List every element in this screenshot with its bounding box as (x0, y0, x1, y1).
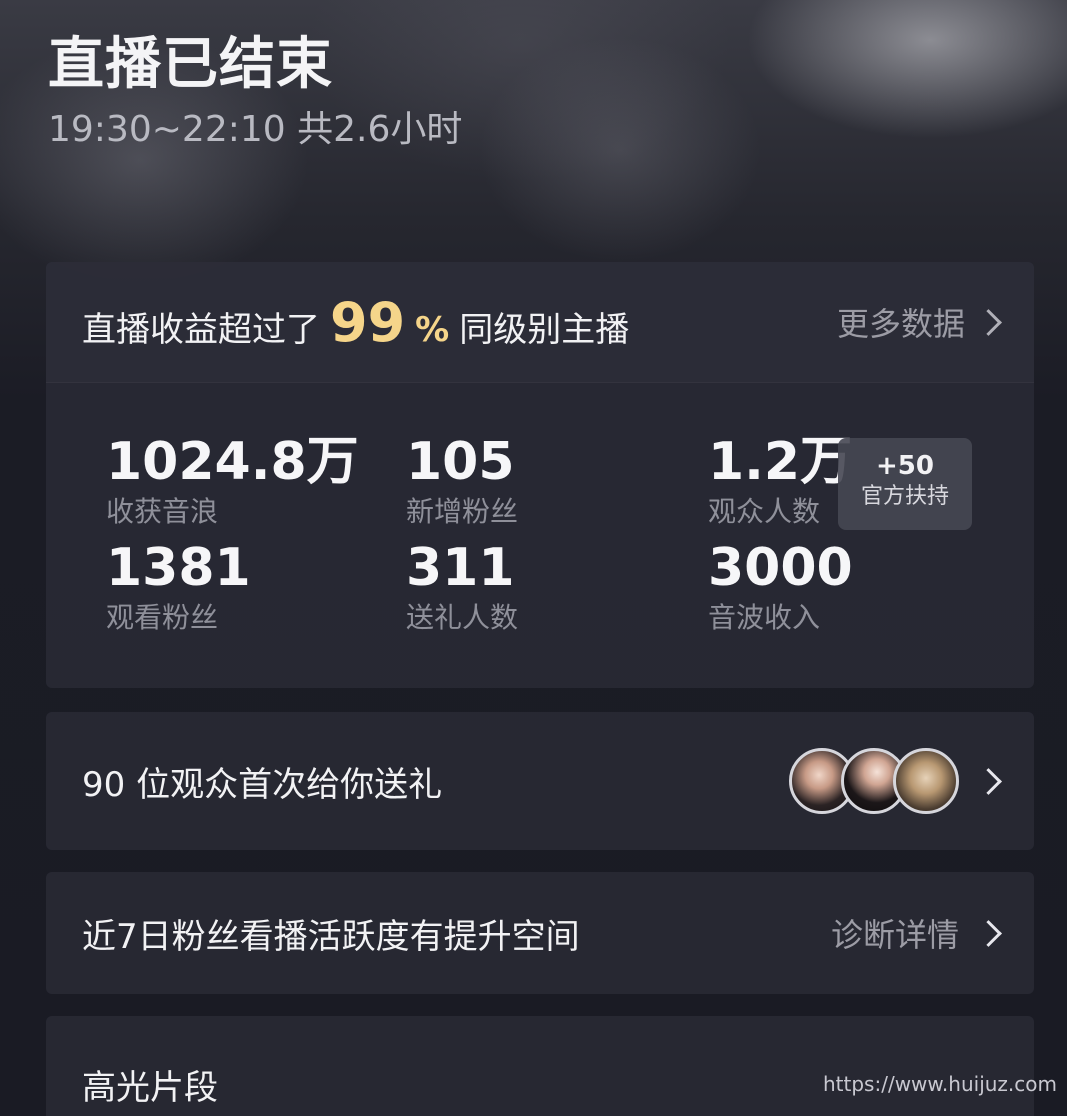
earnings-banner: 直播收益超过了 99% 同级别主播 更多数据 (46, 262, 1034, 383)
banner-percent: 99 (330, 290, 406, 354)
banner-prefix: 直播收益超过了 (82, 309, 320, 350)
banner-suffix: 同级别主播 (459, 309, 630, 350)
first-gift-row[interactable]: 90 位观众首次给你送礼 (46, 712, 1034, 850)
stat-value: 1024.8万 (106, 432, 359, 492)
stat-value: 1.2万 (708, 432, 853, 492)
stat-label: 新增粉丝 (406, 495, 519, 528)
chevron-right-icon (975, 919, 1002, 947)
stat-label: 送礼人数 (406, 601, 519, 634)
stat-sound-income: 3000 音波收入 (708, 538, 853, 636)
stat-sound-waves: 1024.8万 收获音浪 (106, 432, 359, 530)
chevron-right-icon (975, 308, 1002, 336)
stat-label: 音波收入 (708, 601, 821, 634)
stat-watching-fans: 1381 观看粉丝 (106, 538, 251, 636)
gifter-avatars (789, 748, 959, 814)
page-header: 直播已结束 19:30~22:10 共2.6小时 (48, 30, 462, 152)
fan-activity-row[interactable]: 近7日粉丝看播活跃度有提升空间 诊断详情 (46, 872, 1034, 994)
stat-value: 105 (406, 432, 515, 492)
official-support-badge: +50 官方扶持 (838, 438, 972, 530)
stat-new-fans: 105 新增粉丝 (406, 432, 518, 530)
diagnosis-detail-link[interactable]: 诊断详情 (831, 910, 959, 956)
first-gift-right (789, 748, 1002, 814)
support-badge-value: +50 (876, 451, 934, 481)
watermark-url: https://www.huijuz.com (823, 1072, 1057, 1096)
highlight-card: 高光片段 (46, 1016, 1034, 1116)
avatar (893, 748, 959, 814)
fan-activity-text: 近7日粉丝看播活跃度有提升空间 (82, 916, 580, 957)
more-data-link[interactable]: 更多数据 (836, 299, 1002, 345)
stat-label: 观众人数 (708, 495, 821, 528)
first-gift-text: 90 位观众首次给你送礼 (82, 764, 443, 805)
chevron-right-icon (975, 767, 1002, 795)
page-title: 直播已结束 (48, 32, 333, 97)
earnings-banner-text: 直播收益超过了 99% 同级别主播 (82, 291, 629, 354)
fan-activity-right: 诊断详情 (831, 910, 1002, 956)
stat-label: 观看粉丝 (106, 601, 219, 634)
banner-percent-sign: % (415, 309, 450, 350)
stat-value: 3000 (708, 538, 853, 598)
stat-gift-givers: 311 送礼人数 (406, 538, 518, 636)
stat-value: 1381 (106, 538, 251, 598)
stat-value: 311 (406, 538, 515, 598)
stat-label: 收获音浪 (106, 495, 219, 528)
more-data-label: 更多数据 (836, 305, 965, 343)
live-duration: 19:30~22:10 共2.6小时 (48, 109, 463, 150)
support-badge-label: 官方扶持 (860, 484, 949, 509)
stat-viewers: 1.2万 观众人数 (708, 432, 852, 530)
